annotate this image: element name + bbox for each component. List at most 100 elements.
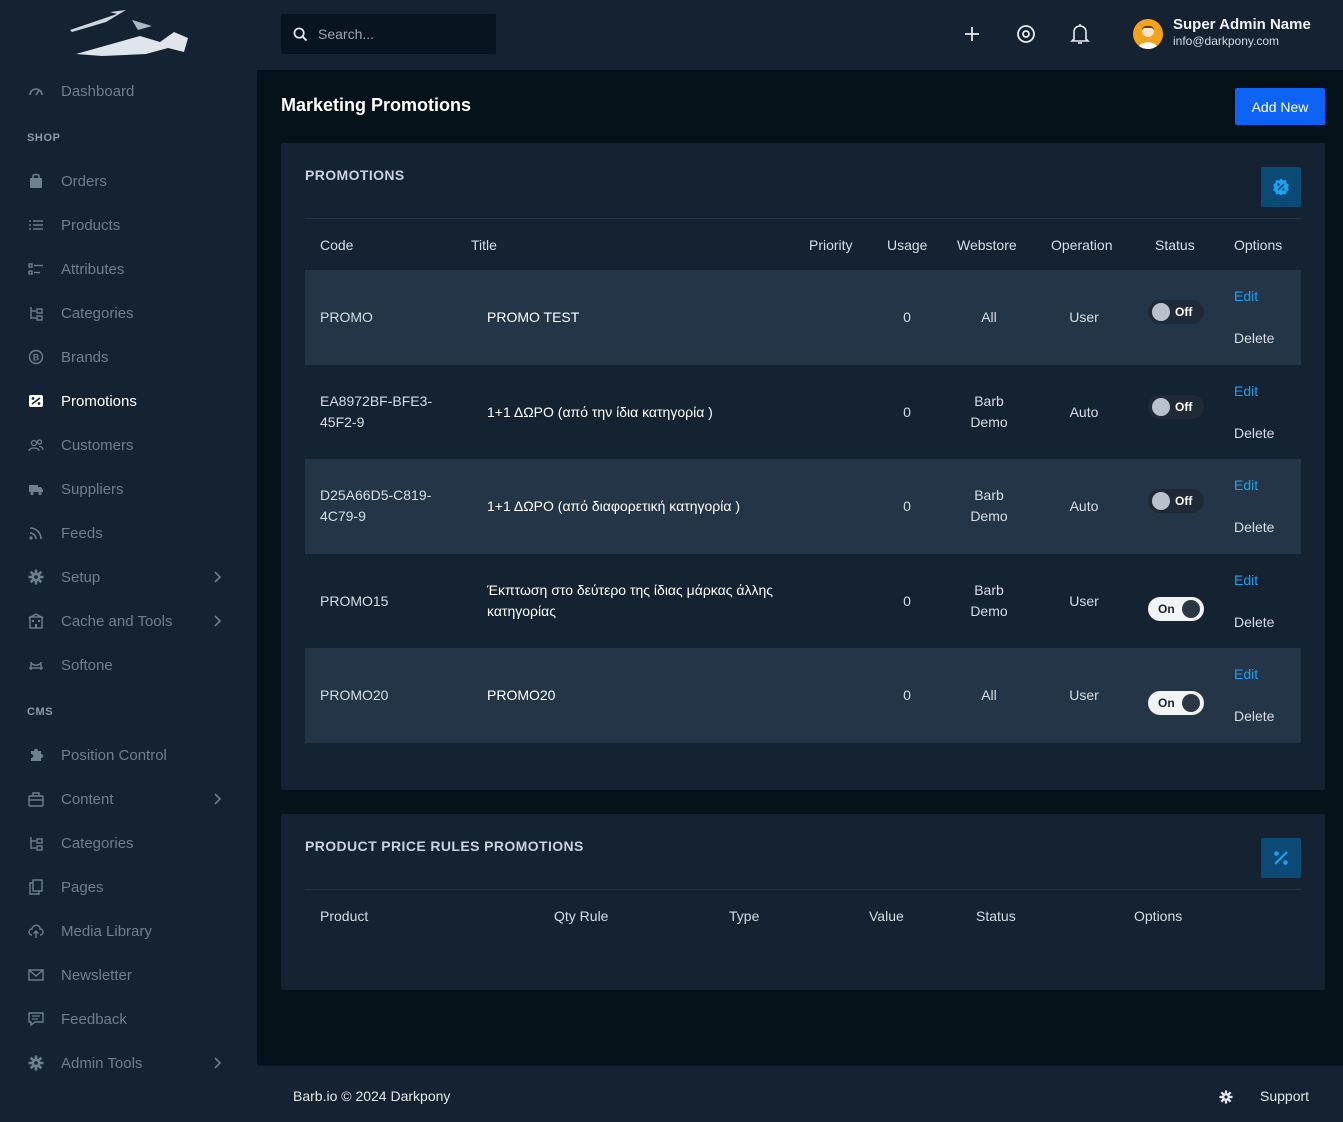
user-name[interactable]: Super Admin Name xyxy=(1173,16,1311,33)
sidebar-item-setup[interactable]: Setup xyxy=(0,559,257,595)
gear-icon xyxy=(27,1054,45,1072)
sidebar-item-label: Suppliers xyxy=(61,480,124,498)
sidebar-item-brands[interactable]: B Brands xyxy=(0,339,257,375)
add-new-button[interactable]: Add New xyxy=(1235,88,1325,125)
toggle-label: On xyxy=(1158,601,1175,616)
delete-link[interactable]: Delete xyxy=(1234,425,1274,441)
sidebar-item-newsletter[interactable]: Newsletter xyxy=(0,957,257,993)
status-toggle[interactable]: Off xyxy=(1148,300,1204,324)
column-header[interactable]: Type xyxy=(729,908,759,924)
column-header[interactable]: Options xyxy=(1134,908,1182,924)
percent-tool-button[interactable] xyxy=(1261,838,1301,878)
column-header[interactable]: Code xyxy=(320,237,353,253)
status-toggle[interactable]: Off xyxy=(1148,489,1204,513)
sidebar-item-label: Feedback xyxy=(61,1010,127,1028)
search-box[interactable] xyxy=(281,14,496,54)
toggle-label: On xyxy=(1158,696,1175,710)
toggle-knob xyxy=(1152,397,1170,416)
tree-icon xyxy=(27,304,45,322)
delete-link[interactable]: Delete xyxy=(1234,519,1274,535)
sidebar-item-dashboard[interactable]: Dashboard xyxy=(0,73,257,109)
sidebar-item-label: Attributes xyxy=(61,260,125,278)
sidebar-item-admin-tools[interactable]: Admin Tools xyxy=(0,1045,257,1081)
table-row: PROMO15 Έκπτωση στο δεύτερο της ίδιας μάρ… xyxy=(305,554,1301,649)
sidebar-item-pages[interactable]: Pages xyxy=(0,869,257,905)
support-link[interactable]: Support xyxy=(1260,1088,1309,1104)
edit-link[interactable]: Edit xyxy=(1234,288,1258,304)
delete-link[interactable]: Delete xyxy=(1234,330,1274,346)
sidebar-item-position-control[interactable]: Position Control xyxy=(0,737,257,773)
promotions-card: PROMOTIONS Code Title Priority Usage Webstor… xyxy=(281,143,1325,790)
edit-link[interactable]: Edit xyxy=(1234,383,1258,399)
promo-usage: 0 xyxy=(903,309,911,325)
sidebar-item-products[interactable]: Products xyxy=(0,207,257,243)
card-title: PRODUCT PRICE RULES PROMOTIONS xyxy=(305,838,584,854)
topbar: Super Admin Name info@darkpony.com xyxy=(257,0,1343,70)
toggle-label: Off xyxy=(1175,399,1193,414)
chevron-right-icon xyxy=(214,1057,222,1069)
sidebar-item-media-library[interactable]: Media Library xyxy=(0,913,257,949)
promo-operation: User xyxy=(1069,687,1099,703)
column-header[interactable]: Operation xyxy=(1051,237,1112,253)
sidebar-item-content[interactable]: Content xyxy=(0,781,257,817)
promo-webstore: Barb Demo xyxy=(970,392,1008,430)
edit-link[interactable]: Edit xyxy=(1234,666,1258,682)
sidebar-item-cache-and-tools[interactable]: Cache and Tools xyxy=(0,603,257,639)
plus-icon[interactable] xyxy=(960,22,984,46)
promo-operation: Auto xyxy=(1069,403,1099,420)
gear-icon[interactable] xyxy=(1219,1090,1233,1104)
sidebar-item-categories[interactable]: Categories xyxy=(0,295,257,331)
column-header[interactable]: Priority xyxy=(809,237,853,253)
column-header[interactable]: Value xyxy=(869,908,904,924)
column-header[interactable]: Product xyxy=(320,908,368,924)
sidebar-item-feedback[interactable]: Feedback xyxy=(0,1001,257,1037)
status-toggle[interactable]: On xyxy=(1148,691,1204,715)
promo-usage: 0 xyxy=(903,498,911,514)
column-header[interactable]: Status xyxy=(1155,237,1195,253)
attributes-icon xyxy=(27,260,45,278)
delete-link[interactable]: Delete xyxy=(1234,708,1274,724)
status-toggle[interactable]: Off xyxy=(1148,394,1204,419)
avatar[interactable] xyxy=(1133,19,1163,49)
column-header[interactable]: Usage xyxy=(887,237,927,253)
comment-icon xyxy=(27,1010,45,1028)
edit-link[interactable]: Edit xyxy=(1234,572,1258,588)
sidebar-item-promotions[interactable]: Promotions xyxy=(0,383,257,419)
column-header[interactable]: Options xyxy=(1234,237,1282,253)
percent-icon xyxy=(1274,851,1288,865)
chevron-right-icon xyxy=(214,615,222,627)
column-header[interactable]: Status xyxy=(976,908,1016,924)
sidebar-item-customers[interactable]: Customers xyxy=(0,427,257,463)
toggle-label: Off xyxy=(1175,494,1193,508)
search-input[interactable] xyxy=(318,26,488,42)
copyright-text: Barb.io © 2024 Darkpony xyxy=(293,1088,451,1104)
toggle-knob xyxy=(1152,492,1170,510)
column-header[interactable]: Title xyxy=(471,237,497,253)
sidebar-item-label: Feeds xyxy=(61,524,103,542)
badge-percent-button[interactable] xyxy=(1261,167,1301,207)
sidebar-item-attributes[interactable]: Attributes xyxy=(0,251,257,287)
eye-icon[interactable] xyxy=(1014,22,1038,46)
bag-icon xyxy=(27,172,45,190)
promo-code: D25A66D5-C819-4C79-9 xyxy=(320,487,432,524)
bell-icon[interactable] xyxy=(1068,22,1092,46)
promo-code: EA8972BF-BFE3-45F2-9 xyxy=(320,392,433,430)
sidebar-item-orders[interactable]: Orders xyxy=(0,163,257,199)
sidebar-item-suppliers[interactable]: Suppliers xyxy=(0,471,257,507)
building-icon xyxy=(27,612,45,630)
table-row: D25A66D5-C819-4C79-9 1+1 ΔΩΡΟ (από διαφορ… xyxy=(305,459,1301,554)
sidebar-item-label: Setup xyxy=(61,568,101,586)
sidebar-item-feeds[interactable]: Feeds xyxy=(0,515,257,551)
delete-link[interactable]: Delete xyxy=(1234,614,1274,630)
pages-icon xyxy=(27,878,45,896)
cloud-upload-icon xyxy=(27,922,45,940)
sidebar-item-softone[interactable]: Softone xyxy=(0,647,257,683)
status-toggle[interactable]: On xyxy=(1148,596,1204,621)
promo-usage: 0 xyxy=(903,687,911,703)
column-header[interactable]: Qty Rule xyxy=(554,908,608,924)
column-header[interactable]: Webstore xyxy=(957,237,1017,253)
promo-title: 1+1 ΔΩΡΟ (από διαφορετική κατηγορία ) xyxy=(487,498,741,514)
briefcase-icon xyxy=(27,790,45,808)
edit-link[interactable]: Edit xyxy=(1234,477,1258,493)
sidebar-item-categories[interactable]: Categories xyxy=(0,825,257,861)
